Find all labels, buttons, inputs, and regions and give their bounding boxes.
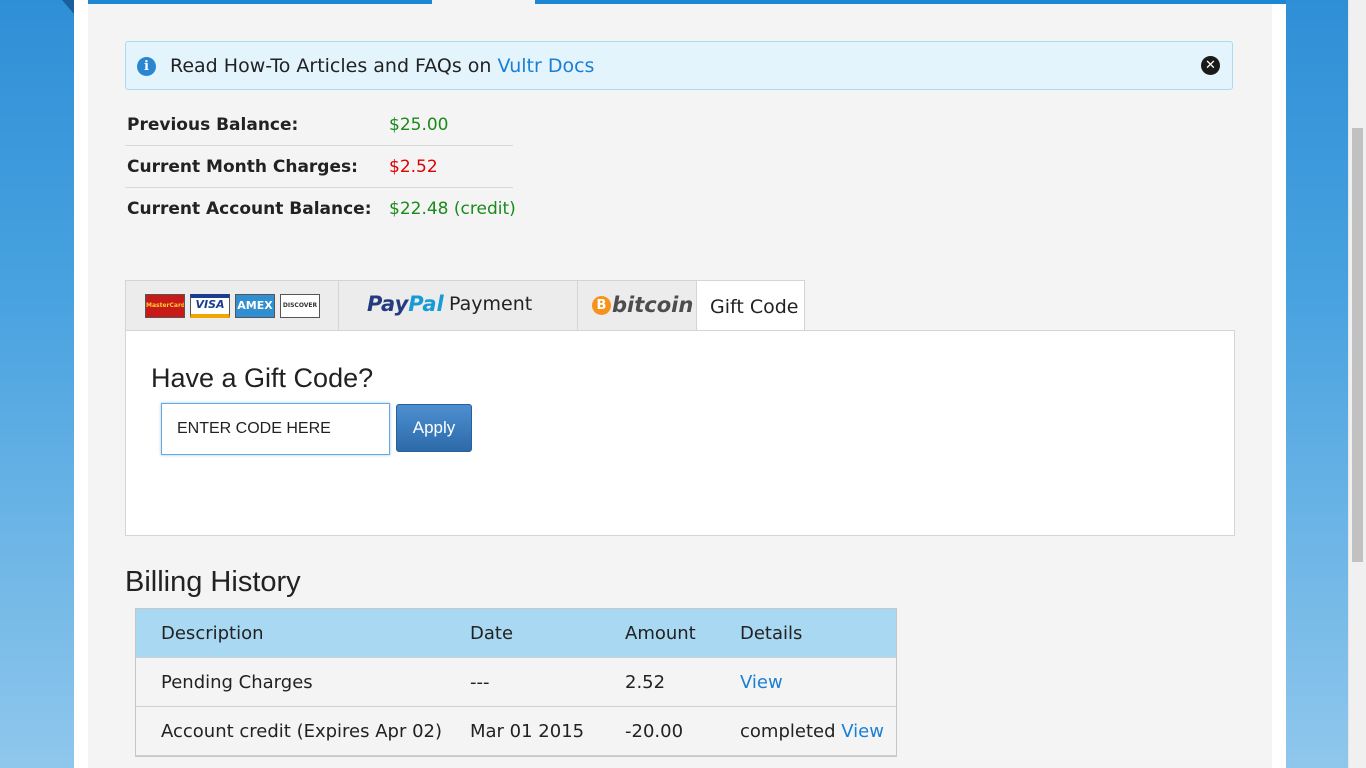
row-description: Account credit (Expires Apr 02) xyxy=(161,721,443,742)
balance-label: Current Month Charges: xyxy=(127,157,358,177)
visa-icon: VISA xyxy=(190,294,230,318)
discover-icon: DISCOVER xyxy=(280,294,320,318)
table-row: Account credit (Expires Apr 02) Mar 01 2… xyxy=(136,707,896,756)
row-details: completed View xyxy=(740,721,884,742)
vultr-docs-link[interactable]: Vultr Docs xyxy=(498,55,595,77)
gift-code-panel: Have a Gift Code? Apply xyxy=(125,330,1235,536)
row-date: --- xyxy=(470,672,490,693)
tab-gift-code[interactable]: Gift Code xyxy=(696,280,805,331)
paypal-logo-pay: Pay xyxy=(367,292,409,316)
row-amount: 2.52 xyxy=(625,672,666,693)
tab-credit-card[interactable]: MasterCard VISA AMEX DISCOVER xyxy=(125,280,339,330)
info-icon: i xyxy=(137,57,156,76)
bitcoin-tab-label: bitcoin xyxy=(612,293,694,317)
table-header: Description Date Amount Details xyxy=(136,609,896,658)
row-amount: -20.00 xyxy=(625,721,684,742)
topbar-right xyxy=(535,0,1286,4)
gift-heading: Have a Gift Code? xyxy=(151,363,374,393)
row-status: completed xyxy=(740,721,836,742)
column-header: Amount xyxy=(625,623,696,644)
balance-row-previous: Previous Balance: $25.00 xyxy=(125,104,513,146)
balance-value: $22.48 (credit) xyxy=(389,199,516,219)
column-header: Date xyxy=(470,623,514,644)
corner-ribbon xyxy=(62,0,74,14)
gift-tab-label: Gift Code xyxy=(710,296,799,318)
close-icon[interactable]: ✕ xyxy=(1201,56,1220,75)
balance-summary: Previous Balance: $25.00 Current Month C… xyxy=(125,104,516,229)
gift-code-input[interactable] xyxy=(161,403,390,455)
alert-text: Read How-To Articles and FAQs on Vultr D… xyxy=(170,55,594,77)
scrollbar-thumb[interactable] xyxy=(1352,128,1363,562)
mastercard-icon: MasterCard xyxy=(145,294,185,318)
docs-alert: i Read How-To Articles and FAQs on Vultr… xyxy=(125,41,1233,90)
vertical-scrollbar[interactable] xyxy=(1348,0,1366,768)
balance-label: Previous Balance: xyxy=(127,115,299,135)
amex-icon: AMEX xyxy=(235,294,275,318)
balance-value: $25.00 xyxy=(389,115,449,135)
column-header: Description xyxy=(161,623,264,644)
view-link[interactable]: View xyxy=(740,672,783,693)
balance-row-month-charges: Current Month Charges: $2.52 xyxy=(125,146,513,188)
tab-paypal[interactable]: PayPal Payment xyxy=(338,280,578,330)
view-link[interactable]: View xyxy=(841,721,884,742)
row-description: Pending Charges xyxy=(161,672,313,693)
alert-message: Read How-To Articles and FAQs on xyxy=(170,55,492,77)
billing-history-table: Description Date Amount Details Pending … xyxy=(135,608,897,757)
paypal-tab-label: Payment xyxy=(449,293,533,315)
balance-value: $2.52 xyxy=(389,157,438,177)
apply-button[interactable]: Apply xyxy=(396,404,472,452)
paypal-logo: PayPal xyxy=(367,292,444,316)
tab-bitcoin[interactable]: B bitcoin xyxy=(577,280,697,330)
bitcoin-icon: B xyxy=(592,296,611,315)
table-row: Pending Charges --- 2.52 View xyxy=(136,658,896,707)
paypal-logo-pal: Pal xyxy=(408,292,444,316)
balance-row-current: Current Account Balance: $22.48 (credit) xyxy=(125,188,516,229)
balance-label: Current Account Balance: xyxy=(127,199,372,219)
billing-history-title: Billing History xyxy=(125,566,301,598)
row-details: View xyxy=(740,672,783,693)
row-date: Mar 01 2015 xyxy=(470,721,585,742)
column-header: Details xyxy=(740,623,803,644)
topbar-left xyxy=(88,0,432,4)
